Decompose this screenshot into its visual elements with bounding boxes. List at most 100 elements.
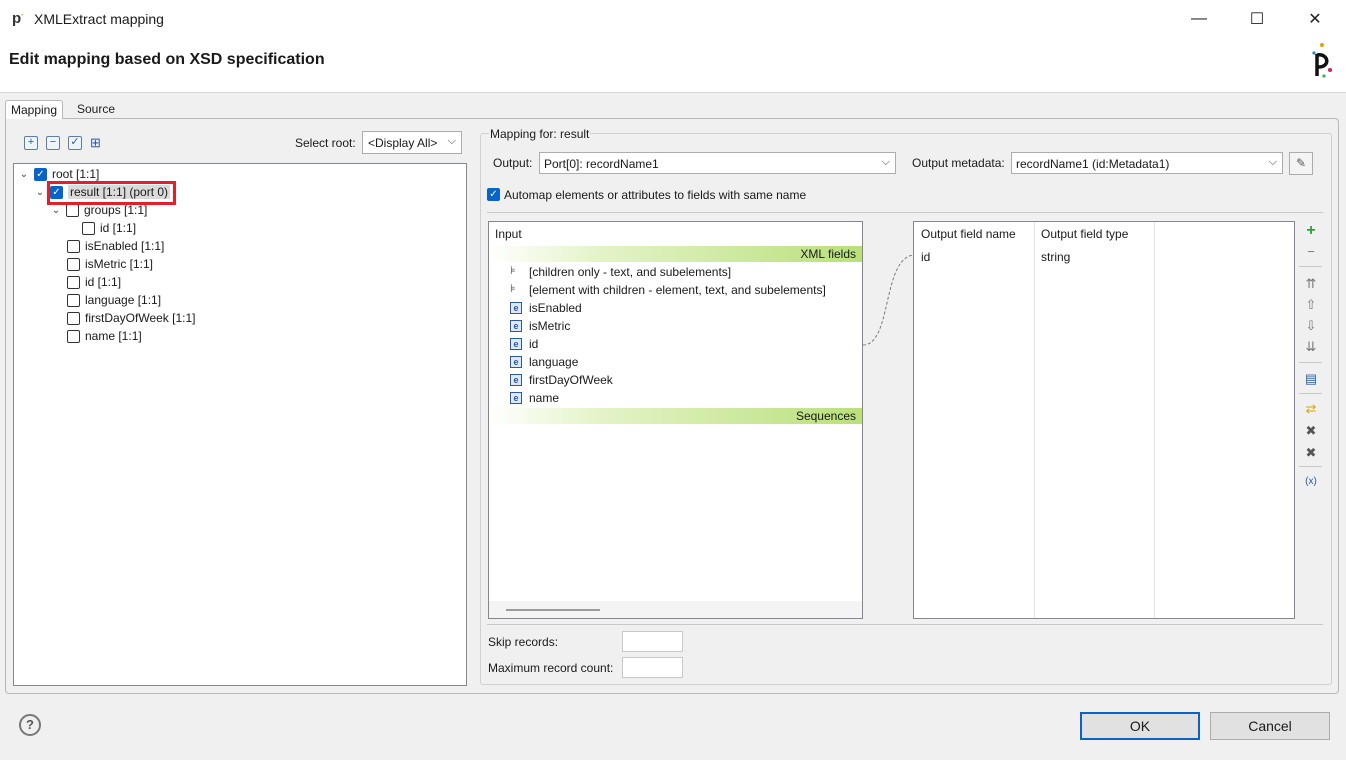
- collapse-all-icon[interactable]: −: [46, 136, 60, 150]
- input-field-row[interactable]: e isEnabled: [510, 299, 582, 317]
- select-root-label: Select root:: [295, 136, 356, 150]
- app-logo-icon: p·: [12, 10, 25, 27]
- tree-node-label: isMetric [1:1]: [85, 257, 154, 271]
- tree-node-label: name [1:1]: [85, 329, 142, 343]
- input-header: Input: [495, 227, 522, 241]
- input-field-row[interactable]: ⊧ [children only - text, and subelements…: [510, 263, 731, 281]
- tree-node-ismetric[interactable]: isMetric [1:1]: [67, 255, 153, 273]
- max-record-count-label: Maximum record count:: [488, 661, 614, 675]
- tree-node-name[interactable]: name [1:1]: [67, 327, 142, 345]
- output-metadata-label: Output metadata:: [912, 156, 1005, 170]
- add-icon[interactable]: +: [1303, 223, 1319, 239]
- tree-checkbox[interactable]: ✓: [34, 167, 47, 181]
- tree-node-groups-id[interactable]: id [1:1]: [82, 219, 136, 237]
- skip-records-label: Skip records:: [488, 635, 559, 649]
- element-icon: e: [510, 374, 522, 386]
- output-field-name-cell[interactable]: id: [921, 250, 930, 264]
- output-header-type[interactable]: Output field type: [1041, 227, 1128, 241]
- output-field-type-cell[interactable]: string: [1041, 250, 1070, 264]
- delete-all-icon[interactable]: ✖: [1303, 445, 1319, 461]
- close-button[interactable]: ✕: [1286, 0, 1344, 38]
- cancel-button[interactable]: Cancel: [1210, 712, 1330, 740]
- tree-node-language[interactable]: language [1:1]: [67, 291, 161, 309]
- input-field-label: language: [529, 355, 579, 369]
- window-title: XMLExtract mapping: [34, 11, 164, 27]
- tree-node-label: root [1:1]: [52, 167, 100, 181]
- check-all-icon[interactable]: ✓: [68, 136, 82, 150]
- minimize-button[interactable]: —: [1170, 0, 1228, 38]
- chevron-down-icon[interactable]: ⌄: [18, 169, 30, 180]
- divider: [487, 624, 1323, 625]
- refresh-mapping-icon[interactable]: ⇄: [1303, 401, 1319, 417]
- input-field-row[interactable]: e language: [510, 353, 578, 371]
- divider: [1299, 266, 1322, 267]
- move-bottom-icon[interactable]: ⇊: [1303, 339, 1319, 355]
- input-field-row[interactable]: e isMetric: [510, 317, 570, 335]
- tree-node-isenabled[interactable]: isEnabled [1:1]: [67, 237, 164, 255]
- element-icon: e: [510, 320, 522, 332]
- move-down-icon[interactable]: ⇩: [1303, 318, 1319, 334]
- dialog-header: Edit mapping based on XSD specification: [0, 38, 1346, 93]
- chevron-down-icon[interactable]: ⌄: [50, 205, 62, 216]
- tree-node-label: id [1:1]: [100, 221, 137, 235]
- tree-checkbox[interactable]: [67, 257, 80, 271]
- variable-icon[interactable]: (x): [1303, 474, 1319, 490]
- maximize-button[interactable]: ☐: [1228, 0, 1286, 38]
- title-bar: p· XMLExtract mapping — ☐ ✕: [0, 0, 1346, 38]
- chevron-down-icon[interactable]: ⌄: [34, 187, 46, 198]
- output-panel[interactable]: Output field name Output field type id s…: [913, 221, 1295, 619]
- tree-node-firstdayofweek[interactable]: firstDayOfWeek [1:1]: [67, 309, 195, 327]
- tree-node-label: id [1:1]: [85, 275, 122, 289]
- element-icon: e: [510, 392, 522, 404]
- divider: [1299, 466, 1322, 467]
- edit-metadata-icon: ✎: [1295, 156, 1307, 170]
- select-root-dropdown[interactable]: <Display All> ⌵: [362, 131, 462, 154]
- tree-checkbox[interactable]: [67, 311, 80, 325]
- tree-node-id[interactable]: id [1:1]: [67, 273, 121, 291]
- subtree-icon: ⊧: [510, 265, 516, 277]
- edit-field-icon[interactable]: ▤: [1303, 371, 1319, 387]
- input-field-row[interactable]: e firstDayOfWeek: [510, 371, 613, 389]
- move-up-icon[interactable]: ⇧: [1303, 297, 1319, 313]
- input-field-label: isMetric: [529, 319, 571, 333]
- tree-node-label: firstDayOfWeek [1:1]: [85, 311, 196, 325]
- input-field-row[interactable]: ⊧ [element with children - element, text…: [510, 281, 826, 299]
- chevron-down-icon: ⌵: [1268, 156, 1277, 168]
- tree-checkbox[interactable]: [66, 203, 79, 217]
- scrollbar-thumb[interactable]: [506, 609, 600, 611]
- tree-checkbox[interactable]: [67, 329, 80, 343]
- tree-checkbox[interactable]: [82, 221, 95, 235]
- max-record-count-input[interactable]: [622, 657, 683, 678]
- mapping-connector: [862, 254, 914, 346]
- divider: [1299, 393, 1322, 394]
- input-field-row[interactable]: e id: [510, 335, 538, 353]
- input-field-label: [element with children - element, text, …: [529, 283, 826, 297]
- divider: [487, 212, 1323, 213]
- mapping-for-label: Mapping for: result: [489, 127, 591, 141]
- output-col-type: [1035, 222, 1155, 618]
- expand-all-icon[interactable]: +: [24, 136, 38, 150]
- tab-mapping[interactable]: Mapping: [5, 100, 64, 119]
- input-field-label: isEnabled: [529, 301, 582, 315]
- edit-metadata-button[interactable]: ✎: [1289, 152, 1313, 175]
- output-port-dropdown[interactable]: Port[0]: recordName1 ⌵: [539, 152, 896, 174]
- automap-checkbox[interactable]: ✓: [487, 188, 500, 201]
- tree-checkbox[interactable]: [67, 293, 80, 307]
- divider: [1299, 362, 1322, 363]
- tab-source[interactable]: Source: [72, 100, 120, 119]
- help-icon[interactable]: ?: [19, 714, 41, 736]
- output-metadata-dropdown[interactable]: recordName1 (id:Metadata1) ⌵: [1011, 152, 1283, 174]
- input-field-label: [children only - text, and subelements]: [529, 265, 732, 279]
- xsd-tree[interactable]: ⌄ ✓ root [1:1] ⌄ ✓ result [1:1] (port 0)…: [13, 163, 467, 686]
- hierarchy-icon[interactable]: ⊞: [90, 135, 106, 151]
- tree-checkbox[interactable]: [67, 275, 80, 289]
- move-top-icon[interactable]: ⇈: [1303, 276, 1319, 292]
- delete-icon[interactable]: ✖: [1303, 423, 1319, 439]
- ok-button[interactable]: OK: [1080, 712, 1200, 740]
- skip-records-input[interactable]: [622, 631, 683, 652]
- remove-icon[interactable]: −: [1303, 244, 1319, 260]
- input-panel[interactable]: Input XML fields ⊧ [children only - text…: [488, 221, 863, 619]
- output-header-name[interactable]: Output field name: [921, 227, 1016, 241]
- input-field-row[interactable]: e name: [510, 389, 559, 407]
- tree-checkbox[interactable]: [67, 239, 80, 253]
